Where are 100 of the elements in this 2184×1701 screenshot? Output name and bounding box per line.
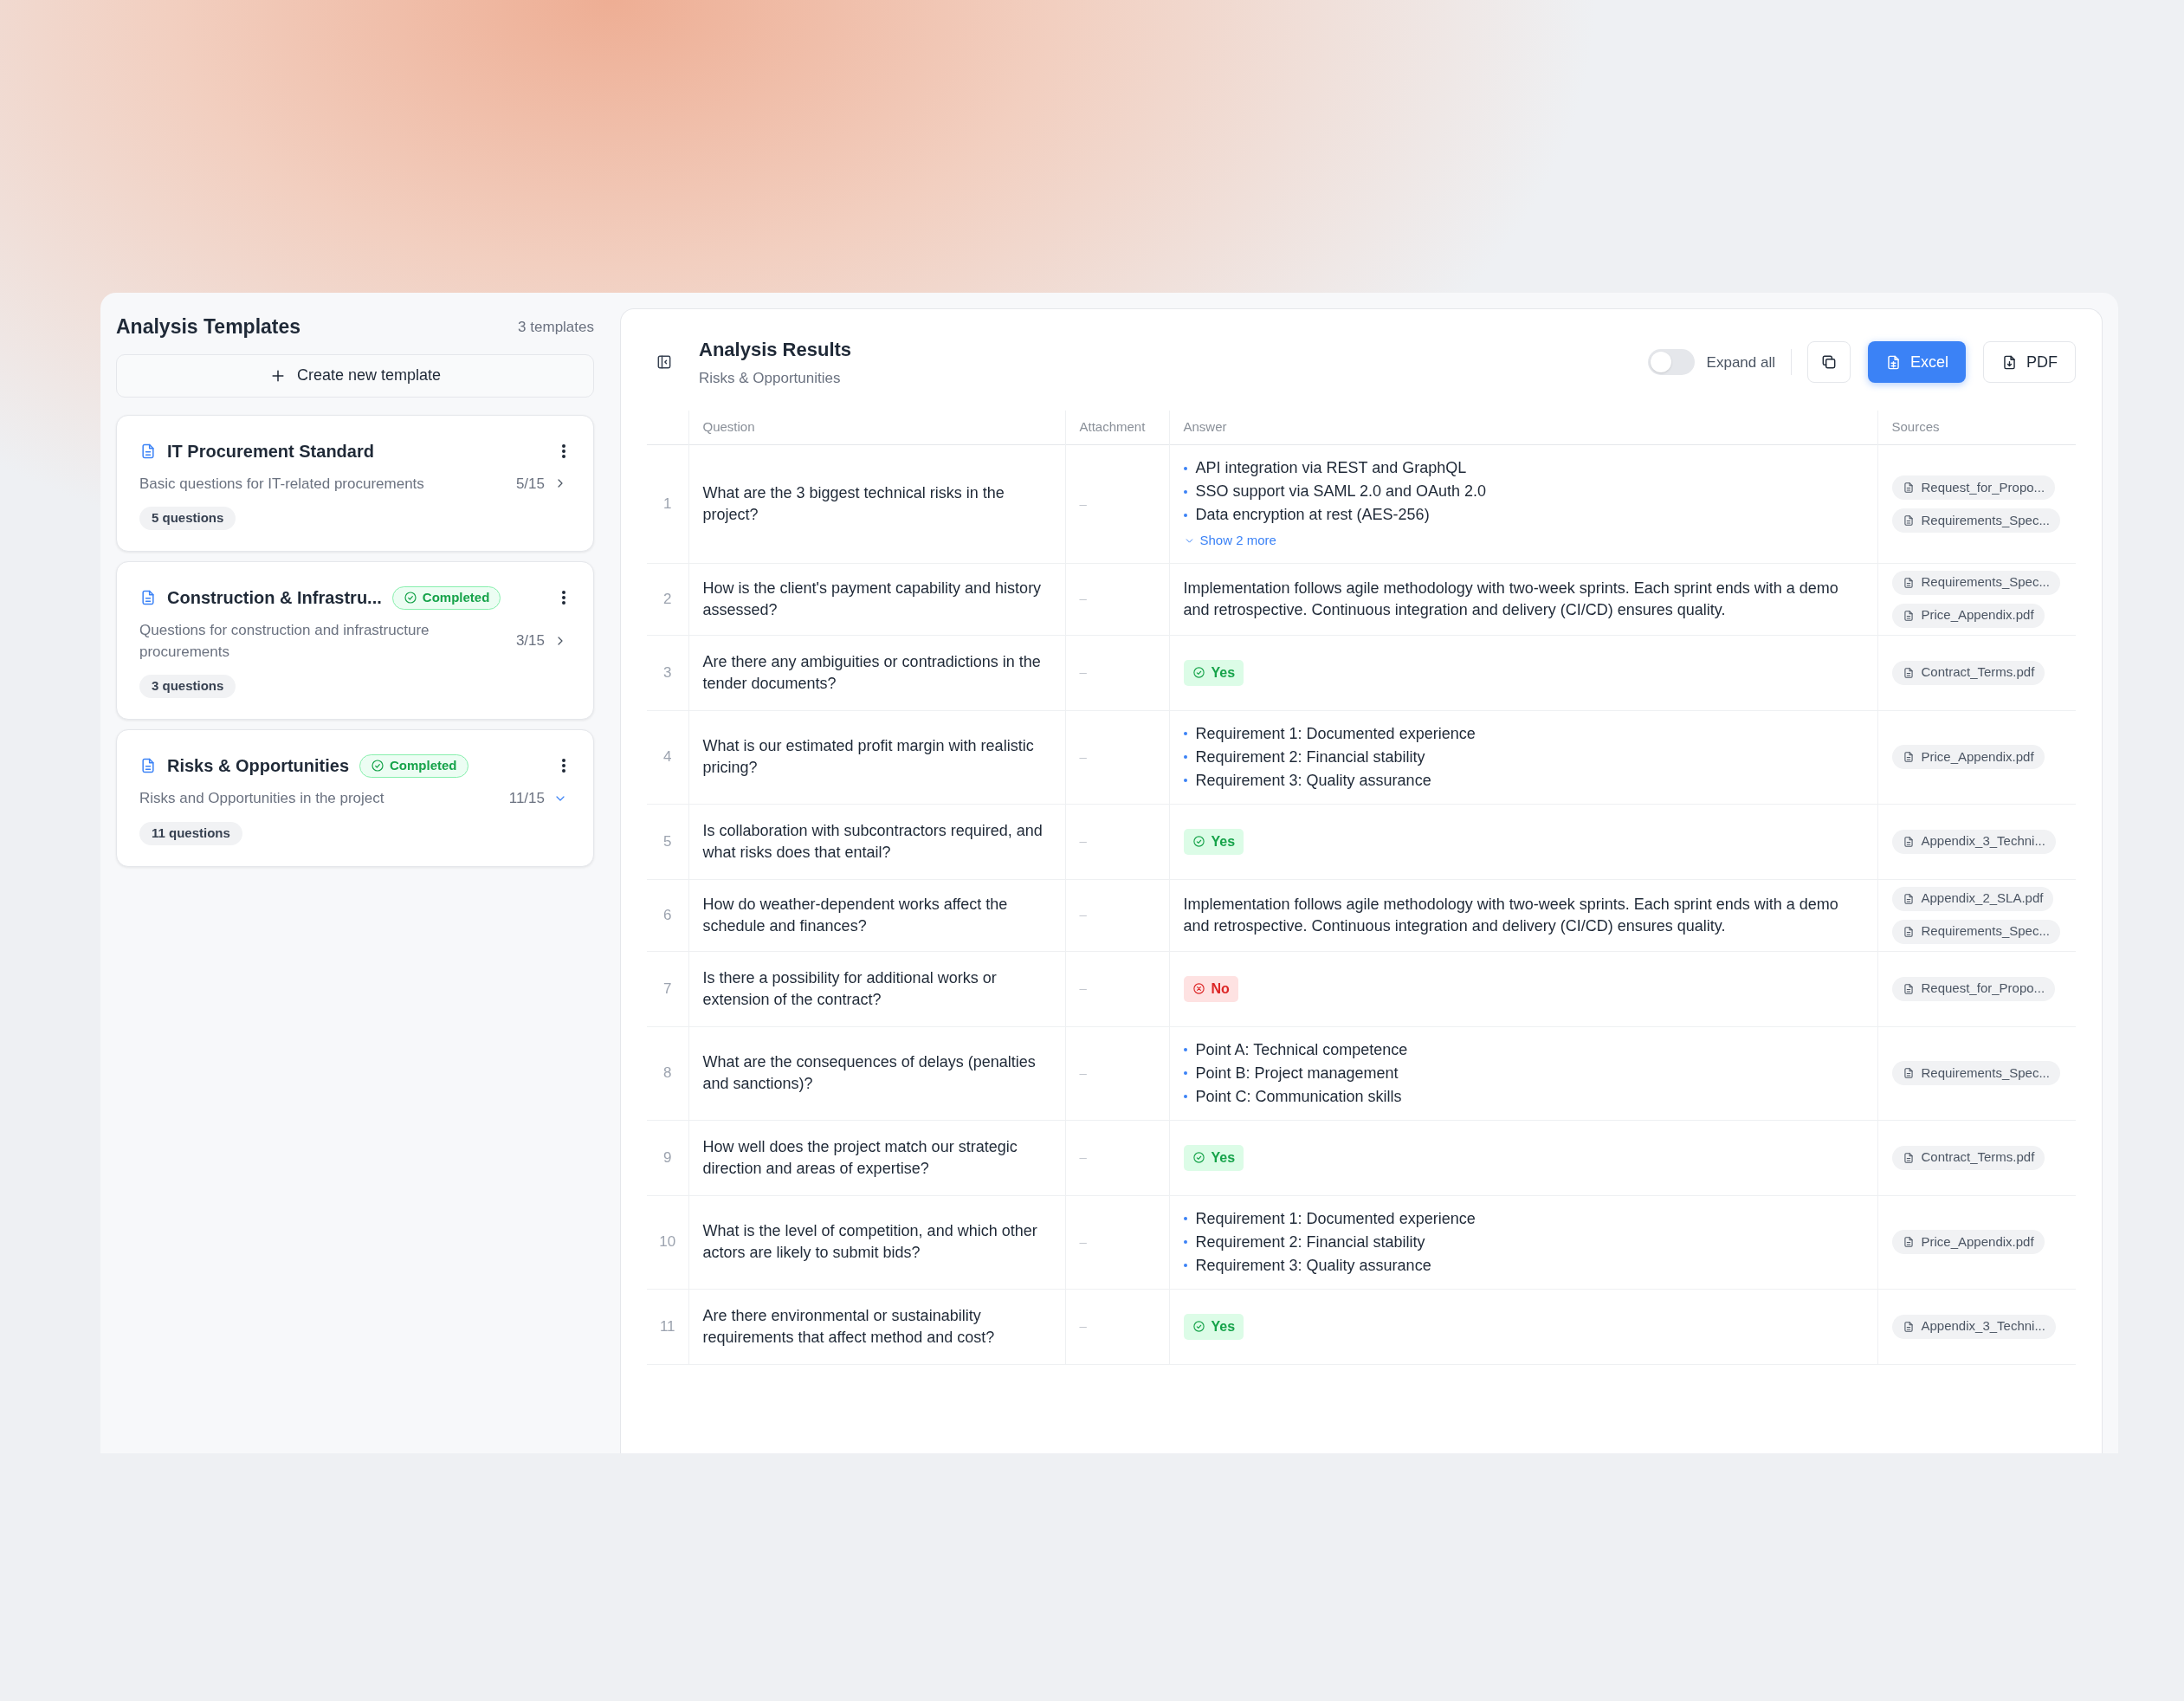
column-header: Question (688, 410, 1065, 445)
progress-count: 5/15 (515, 474, 545, 494)
check-circle-icon (403, 591, 417, 605)
template-count: 3 templates (518, 317, 594, 337)
column-header: Answer (1169, 410, 1877, 445)
question-cell: What is our estimated profit margin with realistic pricing? (688, 710, 1065, 804)
row-number: 2 (647, 563, 688, 635)
bullet-icon (1183, 1217, 1187, 1220)
source-chip[interactable]: Request_for_Propo... (1891, 475, 2056, 500)
document-icon (1902, 835, 1915, 848)
yes-badge: Yes (1183, 659, 1244, 686)
check-circle-icon (1192, 835, 1205, 848)
sidebar-title: Analysis Templates (116, 314, 301, 340)
source-chip[interactable]: Price_Appendix.pdf (1891, 745, 2045, 769)
answer-item: Point C: Communication skills (1195, 1086, 1402, 1107)
check-circle-icon (1192, 1151, 1205, 1164)
document-icon (1902, 514, 1915, 527)
answer-item: Data encryption at rest (AES-256) (1195, 505, 1430, 525)
source-chip[interactable]: Requirements_Spec... (1891, 570, 2060, 595)
row-number: 1 (647, 444, 688, 563)
question-count-tag: 11 questions (139, 821, 242, 845)
expand-all-toggle[interactable] (1647, 349, 1695, 376)
document-icon (139, 589, 157, 606)
attachment-cell: – (1065, 1120, 1169, 1195)
answer-text: Implementation follows agile methodology with two-week sprints. Each sprint ends with a demo and retrospective. Continuous integration and delivery (CI/CD) ensures quality. (1183, 578, 1839, 620)
attachment-cell: – (1065, 710, 1169, 804)
answer-item: Requirement 1: Documented experience (1195, 1208, 1476, 1229)
attachment-cell: – (1065, 804, 1169, 879)
check-circle-icon (1192, 666, 1205, 679)
answer-item: API integration via REST and GraphQL (1195, 458, 1467, 478)
progress-count: 3/15 (515, 631, 545, 651)
source-chip[interactable]: Request_for_Propo... (1891, 976, 2056, 1001)
document-icon (1902, 1320, 1915, 1333)
document-icon (1902, 609, 1915, 622)
template-description: Questions for construction and infrastructure procurements (139, 621, 430, 662)
attachment-cell: – (1065, 1026, 1169, 1120)
source-chip[interactable]: Price_Appendix.pdf (1891, 603, 2045, 628)
attachment-cell: – (1065, 444, 1169, 563)
answer-item: Point A: Technical competence (1195, 1039, 1408, 1060)
document-icon (1902, 576, 1915, 589)
row-number: 5 (647, 804, 688, 879)
source-chip[interactable]: Contract_Terms.pdf (1891, 1145, 2045, 1170)
source-chip[interactable]: Appendix_3_Techni... (1891, 1314, 2056, 1339)
document-icon (1902, 666, 1915, 679)
row-number: 10 (647, 1195, 688, 1289)
excel-export-button[interactable]: Excel (1868, 341, 1966, 384)
bullet-icon (1183, 1264, 1187, 1267)
status-badge: Completed (391, 585, 501, 610)
copy-button[interactable] (1807, 341, 1851, 384)
document-icon (1902, 751, 1915, 763)
document-icon (1902, 1236, 1915, 1248)
template-card[interactable]: Construction & Infrastru... Completed Questions for construction and infrastructure procurements 3/15 3 questions (116, 561, 594, 720)
bullet-icon (1183, 1095, 1187, 1098)
more-vertical-icon (561, 758, 566, 773)
attachment-cell: – (1065, 1195, 1169, 1289)
bullet-icon (1183, 489, 1187, 494)
bullet-icon (1183, 732, 1187, 735)
source-chip[interactable]: Contract_Terms.pdf (1891, 660, 2045, 685)
source-chip[interactable]: Appendix_2_SLA.pdf (1891, 886, 2054, 911)
column-header: Sources (1877, 410, 2076, 445)
bullet-icon (1183, 513, 1187, 517)
template-title: Risks & Opportunities (167, 755, 350, 777)
question-cell: Is there a possibility for additional works or extension of the contract? (688, 951, 1065, 1026)
answer-text: Implementation follows agile methodology with two-week sprints. Each sprint ends with a demo and retrospective. Continuous integration and delivery (CI/CD) ensures quality. (1183, 894, 1839, 936)
template-card[interactable]: IT Procurement Standard Basic questions for IT-related procurements 5/15 5 questions (116, 414, 594, 552)
answer-item: Requirement 3: Quality assurance (1195, 770, 1431, 791)
attachment-cell: – (1065, 951, 1169, 1026)
question-cell: How do weather-dependent works affect the schedule and finances? (688, 879, 1065, 951)
results-subtitle: Risks & Opportunities (699, 369, 842, 388)
answer-item: Requirement 2: Financial stability (1195, 747, 1425, 767)
answer-item: Requirement 3: Quality assurance (1195, 1255, 1431, 1276)
attachment-cell: – (1065, 1289, 1169, 1364)
document-icon (1902, 925, 1915, 938)
create-template-button[interactable]: Create new template (116, 353, 594, 398)
row-number: 11 (647, 1289, 688, 1364)
spreadsheet-icon (1885, 353, 1902, 371)
source-chip[interactable]: Appendix_3_Techni... (1891, 829, 2056, 854)
row-number: 6 (647, 879, 688, 951)
document-icon (1902, 892, 1915, 905)
question-cell: How well does the project match our strategic direction and areas of expertise? (688, 1120, 1065, 1195)
source-chip[interactable]: Price_Appendix.pdf (1891, 1230, 2045, 1254)
question-cell: What are the 3 biggest technical risks in the project? (688, 444, 1065, 563)
answer-item: Requirement 1: Documented experience (1195, 723, 1476, 744)
source-chip[interactable]: Requirements_Spec... (1891, 1061, 2060, 1085)
column-header: Attachment (1065, 410, 1169, 445)
attachment-cell: – (1065, 879, 1169, 951)
row-number: 9 (647, 1120, 688, 1195)
question-cell: Are there environmental or sustainability requirements that affect method and cost? (688, 1289, 1065, 1364)
row-number: 8 (647, 1026, 688, 1120)
bullet-icon (1183, 1048, 1187, 1051)
pdf-export-button[interactable]: PDF (1983, 341, 2076, 384)
document-icon (1902, 1067, 1915, 1079)
status-badge: Completed (359, 753, 468, 778)
source-chip[interactable]: Requirements_Spec... (1891, 919, 2060, 944)
show-more-link[interactable]: Show 2 more (1183, 531, 1864, 551)
source-chip[interactable]: Requirements_Spec... (1891, 508, 2060, 533)
check-circle-icon (1192, 1320, 1205, 1333)
answer-item: SSO support via SAML 2.0 and OAuth 2.0 (1195, 482, 1487, 501)
template-card[interactable]: Risks & Opportunities Completed Risks and Opportunities in the project 11/15 11 questions (116, 729, 594, 867)
question-cell: How is the client's payment capability and history assessed? (688, 563, 1065, 635)
